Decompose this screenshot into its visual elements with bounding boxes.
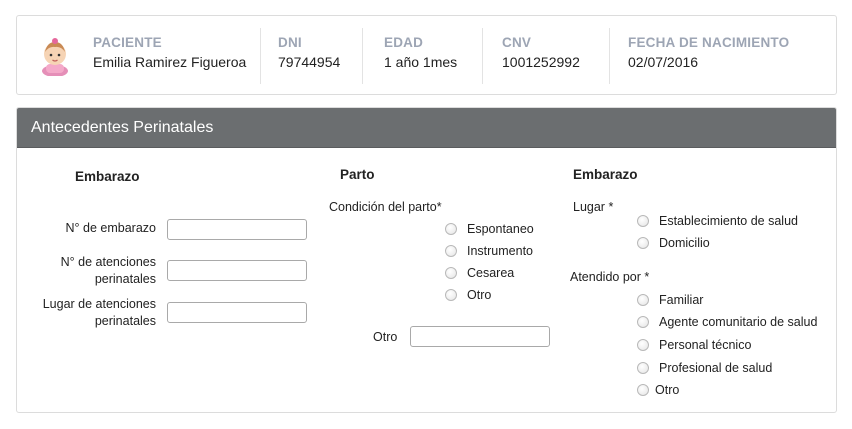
radio-establecimiento[interactable]: Establecimiento de salud [637,214,798,228]
cnv-label: CNV [502,35,532,50]
radio-label: Espontaneo [467,222,534,236]
radio-label: Domicilio [659,236,710,250]
dob-field: FECHA DE NACIMIENTO 02/07/2016 [628,35,789,70]
cnv-value: 1001252992 [502,54,580,70]
radio-familiar[interactable]: Familiar [637,293,703,307]
radio-button[interactable] [637,384,649,396]
embarazo-lugar-title: Embarazo [573,167,638,182]
dob-value: 02/07/2016 [628,54,699,70]
divider [362,28,363,84]
radio-label: Otro [655,383,680,397]
radio-button[interactable] [445,245,457,257]
radio-button[interactable] [445,289,457,301]
dob-label: FECHA DE NACIMIENTO [628,35,790,50]
radio-domicilio[interactable]: Domicilio [637,236,710,250]
dni-field: DNI 79744954 [278,35,340,70]
patient-name-label: PACIENTE [93,35,162,50]
age-field: EDAD 1 año 1mes [384,35,457,70]
radio-button[interactable] [637,316,649,328]
lugar-atenciones-label-line2: perinatales [94,314,156,328]
num-embarazo-label-text: N° de embarazo [65,221,156,235]
radio-label: Agente comunitario de salud [659,315,818,329]
patient-info-card: PACIENTE Emilia Ramirez Figueroa DNI 797… [16,15,837,95]
embarazo-title: Embarazo [75,169,140,184]
radio-button[interactable] [637,294,649,306]
radio-button[interactable] [637,215,649,227]
radio-label: Otro [467,288,492,302]
radio-button[interactable] [445,267,457,279]
num-atenciones-label: N° de atenciones perinatales [37,254,156,288]
divider [482,28,483,84]
age-value: 1 año 1mes [384,54,458,70]
section-title: Antecedentes Perinatales [17,108,836,148]
cnv-field: CNV 1001252992 [502,35,580,70]
radio-button[interactable] [445,223,457,235]
radio-label: Establecimiento de salud [659,214,798,228]
condicion-parto-label: Condición del parto* [329,200,442,214]
radio-label: Cesarea [467,266,515,280]
lugar-atenciones-label-line1: Lugar de atenciones [42,297,156,311]
baby-avatar-icon [42,38,68,76]
perinatal-section: Antecedentes Perinatales Embarazo N° de … [16,107,837,413]
parto-title: Parto [340,167,375,182]
radio-personal-tecnico[interactable]: Personal técnico [637,338,751,352]
radio-label: Instrumento [467,244,534,258]
divider [609,28,610,84]
radio-label: Familiar [659,293,704,307]
radio-button[interactable] [637,362,649,374]
num-atenciones-label-line1: N° de atenciones [60,255,156,269]
age-label: EDAD [384,35,424,50]
num-atenciones-label-line2: perinatales [94,272,156,286]
radio-otro-parto[interactable]: Otro [445,288,491,302]
radio-label: Personal técnico [659,338,752,352]
num-embarazo-label: N° de embarazo [37,220,156,237]
lugar-atenciones-label: Lugar de atenciones perinatales [37,296,156,330]
radio-button[interactable] [637,237,649,249]
radio-otro-atendido[interactable]: Otro [637,383,679,397]
num-atenciones-input[interactable] [167,260,307,281]
dni-value: 79744954 [278,54,341,70]
lugar-label: Lugar * [573,200,614,214]
otro-parto-label: Otro [373,330,398,344]
divider [260,28,261,84]
radio-agente-comunitario[interactable]: Agente comunitario de salud [637,315,817,329]
radio-espontaneo[interactable]: Espontaneo [445,222,534,236]
radio-profesional-salud[interactable]: Profesional de salud [637,361,772,375]
radio-label: Profesional de salud [659,361,773,375]
patient-name-field: PACIENTE Emilia Ramirez Figueroa [93,35,246,70]
num-embarazo-input[interactable] [167,219,307,240]
otro-parto-input[interactable] [410,326,550,347]
radio-cesarea[interactable]: Cesarea [445,266,514,280]
radio-instrumento[interactable]: Instrumento [445,244,533,258]
patient-name-value: Emilia Ramirez Figueroa [93,54,247,70]
radio-button[interactable] [637,339,649,351]
atendido-label: Atendido por * [570,270,650,284]
dni-label: DNI [278,35,302,50]
lugar-atenciones-input[interactable] [167,302,307,323]
